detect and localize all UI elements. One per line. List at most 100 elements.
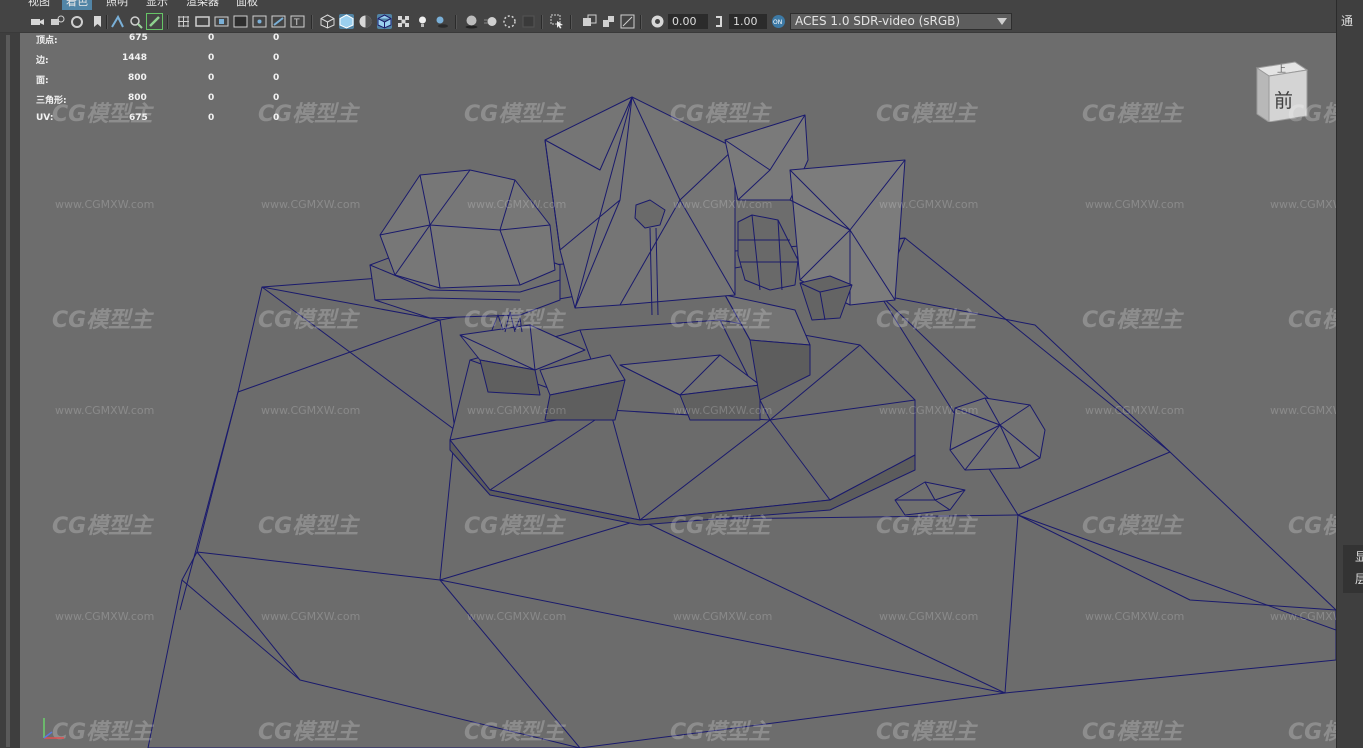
watermark-url: www.CGMXW.com — [261, 404, 361, 417]
2d-pan-zoom-icon[interactable] — [110, 14, 125, 29]
channel-box-panel: 通 显 层 — [1336, 0, 1363, 748]
depth-of-field-icon[interactable] — [521, 14, 536, 29]
resolution-gate-icon[interactable] — [214, 14, 229, 29]
view-transform-badge-text: ON — [773, 19, 782, 26]
panel-label: 层 — [1355, 572, 1363, 586]
pencil-icon[interactable] — [146, 13, 163, 30]
panel-label: 通 — [1341, 14, 1354, 28]
watermark-url: www.CGMXW.com — [467, 198, 567, 211]
gamma-field[interactable]: 1.00 — [729, 14, 767, 29]
watermark-logo: CG模型主 — [464, 720, 565, 745]
watermark-logo: CG模型主 — [670, 720, 771, 745]
view-cube-top-label: 上 — [1277, 64, 1286, 75]
3d-viewport[interactable] — [20, 33, 1336, 748]
use-lights-icon[interactable] — [415, 14, 430, 29]
watermark-logo: CG模型主 — [1082, 720, 1183, 745]
watermark-logo: CG模型主 — [876, 720, 977, 745]
watermark-logo: CG模型主 — [876, 102, 977, 127]
watermark-logo: CG模型主 — [52, 514, 153, 539]
textured-icon[interactable] — [396, 14, 411, 29]
hud-row-edges: 边: 1448 0 0 — [36, 53, 280, 66]
menu-show[interactable]: 显示 — [142, 0, 172, 10]
scene-wireframe — [147, 96, 1336, 748]
watermark-url: www.CGMXW.com — [1085, 198, 1185, 211]
exposure-field[interactable]: 0.00 — [668, 14, 708, 29]
watermark-url: www.CGMXW.com — [55, 404, 155, 417]
wireframe-on-shaded-icon[interactable] — [377, 14, 392, 29]
watermark-logo: CG模型主 — [52, 308, 153, 333]
scrollbar[interactable] — [6, 35, 10, 747]
watermark-logo: CG模型主 — [464, 102, 565, 127]
image-plane-icon[interactable] — [90, 14, 105, 29]
watermark-url: www.CGMXW.com — [261, 198, 361, 211]
svg-text:T: T — [293, 18, 300, 28]
panel-label: 显 — [1355, 550, 1363, 564]
watermark-url: www.CGMXW.com — [55, 610, 155, 623]
watermark-url: www.CGMXW.com — [673, 198, 773, 211]
hud-row-faces: 面: 800 0 0 — [36, 73, 280, 86]
watermark-logo: CG模型主 — [52, 102, 153, 127]
motion-blur-icon[interactable] — [483, 14, 498, 29]
wireframe-icon[interactable] — [320, 14, 335, 29]
watermark-url: www.CGMXW.com — [879, 198, 979, 211]
watermark-logo: CG模型主 — [1082, 514, 1183, 539]
panel-toolbar: T 0.00 1.00 ON ACES 1.0 SDR-video (sRGB) — [0, 11, 1336, 33]
gate-mask-icon[interactable] — [233, 14, 248, 29]
watermark-url: www.CGMXW.com — [673, 404, 773, 417]
watermark-logo: CG模型主 — [1082, 102, 1183, 127]
safe-title-icon[interactable]: T — [290, 14, 305, 29]
watermark-url: www.CGMXW.com — [1085, 404, 1185, 417]
watermark-url: www.CGMXW.com — [879, 610, 979, 623]
watermark-logo: CG模型主 — [258, 308, 359, 333]
smooth-shade-icon[interactable] — [339, 14, 354, 29]
screen-space-ao-icon[interactable] — [464, 14, 479, 29]
watermark-logo: CG模型主 — [670, 102, 771, 127]
anti-aliasing-icon[interactable] — [502, 14, 517, 29]
menu-panels[interactable]: 面板 — [232, 0, 262, 10]
menu-shading[interactable]: 着色 — [62, 0, 92, 10]
color-space-value: ACES 1.0 SDR-video (sRGB) — [795, 14, 961, 28]
watermark-logo: CG模型主 — [876, 308, 977, 333]
menu-lighting[interactable]: 照明 — [102, 0, 132, 10]
watermark-logo: CG模型主 — [1082, 308, 1183, 333]
bookmark-camera-icon[interactable] — [70, 14, 85, 29]
menu-bar: 视图 着色 照明 显示 渲染器 面板 — [0, 0, 1336, 11]
watermark-url: www.CGMXW.com — [261, 610, 361, 623]
chevron-down-icon — [997, 18, 1007, 25]
watermark-logo: CG模型主 — [670, 308, 771, 333]
xray-joints-icon[interactable] — [601, 14, 616, 29]
xray-components-icon[interactable] — [620, 14, 635, 29]
vase — [737, 214, 799, 291]
watermark-url: www.CGMXW.com — [879, 404, 979, 417]
grid-icon[interactable] — [176, 14, 191, 29]
isolate-select-icon[interactable] — [550, 14, 565, 29]
watermark-logo: CG模型主 — [464, 308, 565, 333]
camera-icon[interactable] — [30, 14, 45, 29]
view-transform-toggle-icon[interactable]: ON — [771, 14, 786, 29]
safe-action-icon[interactable] — [271, 14, 286, 29]
color-space-dropdown[interactable]: ACES 1.0 SDR-video (sRGB) — [790, 13, 1012, 30]
watermark-logo: CG模型主 — [464, 514, 565, 539]
camera-attributes-icon[interactable] — [50, 14, 65, 29]
left-edge-strip — [0, 33, 20, 748]
watermark-url: www.CGMXW.com — [55, 198, 155, 211]
xray-icon[interactable] — [582, 14, 597, 29]
watermark-logo: CG模型主 — [876, 514, 977, 539]
menu-renderer[interactable]: 渲染器 — [182, 0, 223, 10]
watermark-logo: CG模型主 — [670, 514, 771, 539]
watermark-logo: CG模型主 — [258, 102, 359, 127]
grease-pencil-icon[interactable] — [128, 14, 143, 29]
film-gate-icon[interactable] — [195, 14, 210, 29]
watermark-url: www.CGMXW.com — [467, 610, 567, 623]
field-chart-icon[interactable] — [252, 14, 267, 29]
hut-dome — [379, 169, 556, 289]
gamma-icon[interactable] — [712, 14, 727, 29]
exposure-icon[interactable] — [650, 14, 665, 29]
shadows-icon[interactable] — [434, 14, 449, 29]
watermark-url: www.CGMXW.com — [673, 610, 773, 623]
watermark-logo: CG模型主 — [258, 720, 359, 745]
axis-gizmo — [36, 712, 76, 742]
menu-view[interactable]: 视图 — [24, 0, 54, 10]
watermark-url: www.CGMXW.com — [1085, 610, 1185, 623]
flat-lighting-icon[interactable] — [358, 14, 373, 29]
